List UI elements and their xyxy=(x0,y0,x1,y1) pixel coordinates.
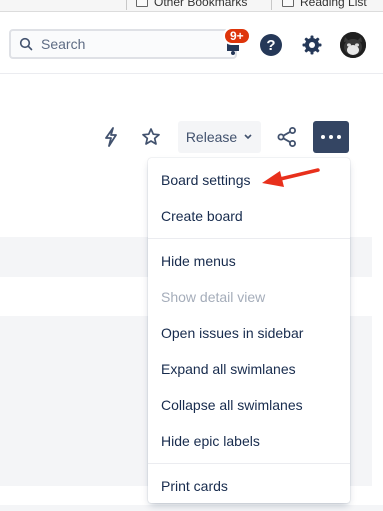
menu-item-hide-menus[interactable]: Hide menus xyxy=(148,243,350,279)
more-dot-icon xyxy=(329,135,333,139)
reading-list-icon xyxy=(282,0,294,7)
more-dot-icon xyxy=(337,135,341,139)
bookmark-reading-list[interactable]: Reading List xyxy=(282,0,367,10)
help-button[interactable]: ? xyxy=(260,34,282,56)
bookmark-label: Reading List xyxy=(300,0,367,9)
release-label: Release xyxy=(185,129,238,145)
menu-item-hide-epic-labels[interactable]: Hide epic labels xyxy=(148,423,350,459)
bookmark-other-bookmarks[interactable]: Other Bookmarks xyxy=(136,0,247,10)
search-box[interactable] xyxy=(9,29,237,59)
menu-item-print-cards[interactable]: Print cards xyxy=(148,468,350,504)
bookmark-label: Other Bookmarks xyxy=(154,0,248,9)
menu-item-board-settings[interactable]: Board settings xyxy=(148,162,350,198)
user-avatar[interactable] xyxy=(340,32,366,58)
bookmarks-separator xyxy=(271,0,272,10)
bookmarks-bar: Other Bookmarks Reading List xyxy=(0,0,383,12)
menu-item-show-detail-view: Show detail view xyxy=(161,289,266,305)
automation-button[interactable] xyxy=(99,125,123,149)
menu-divider xyxy=(148,238,350,239)
search-input[interactable] xyxy=(41,36,221,52)
folder-icon xyxy=(136,0,148,7)
star-button[interactable] xyxy=(139,125,163,149)
menu-item-expand-all-swimlanes[interactable]: Expand all swimlanes xyxy=(148,351,350,387)
lightning-bolt-icon xyxy=(105,127,117,147)
notification-badge: 9+ xyxy=(223,27,251,45)
chevron-down-icon xyxy=(244,134,252,140)
search-icon xyxy=(19,37,33,51)
bookmarks-separator xyxy=(126,0,127,10)
more-actions-menu: Board settings Create board Hide menus S… xyxy=(148,158,350,503)
menu-divider xyxy=(148,463,350,464)
settings-button[interactable] xyxy=(300,33,324,57)
gear-icon xyxy=(302,35,322,55)
star-icon xyxy=(142,128,160,145)
board-column-area xyxy=(0,505,383,511)
top-navigation: 9+ ? xyxy=(0,12,383,74)
more-dot-icon xyxy=(321,135,325,139)
menu-item-collapse-all-swimlanes[interactable]: Collapse all swimlanes xyxy=(148,387,350,423)
avatar-image xyxy=(340,32,366,58)
menu-item-create-board[interactable]: Create board xyxy=(148,198,350,234)
share-button[interactable] xyxy=(275,125,299,149)
more-actions-button[interactable] xyxy=(313,121,349,153)
menu-item-open-issues-in-sidebar[interactable]: Open issues in sidebar xyxy=(148,315,350,351)
share-icon xyxy=(277,127,296,147)
help-icon: ? xyxy=(266,36,276,54)
release-dropdown-button[interactable]: Release xyxy=(178,121,261,153)
